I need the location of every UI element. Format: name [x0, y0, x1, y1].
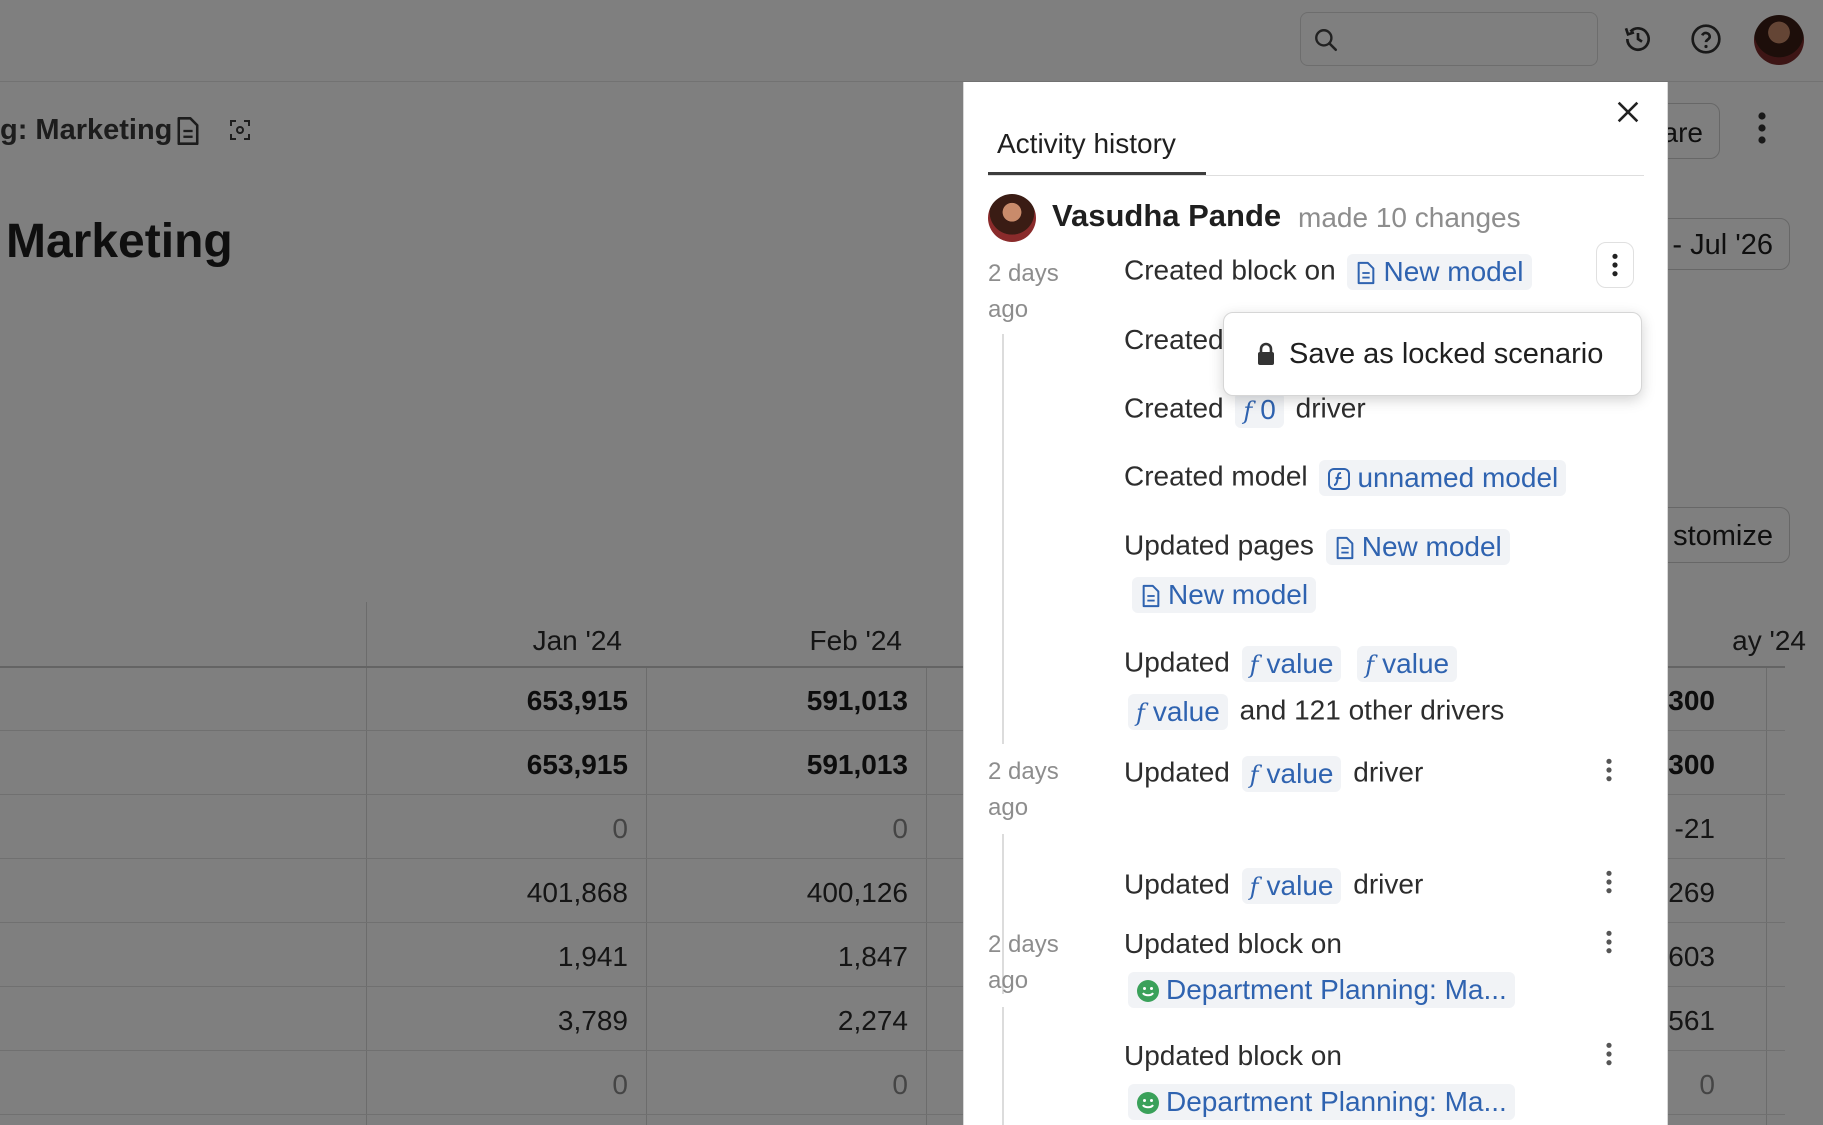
page-link-label: New model [1361, 531, 1502, 562]
activity-entry: Updated block on [1124, 928, 1342, 960]
activity-entry-continued: Department Planning: Ma... [1124, 972, 1519, 1008]
more-vertical-icon[interactable] [1604, 757, 1614, 788]
driver-link[interactable]: f0 [1235, 392, 1284, 428]
activity-entry-continued: New model [1128, 577, 1320, 613]
function-icon: f [1365, 651, 1375, 679]
entry-text: Updated [1124, 756, 1230, 788]
timeline-line [1002, 1007, 1004, 1125]
entry-text: Updated block on [1124, 928, 1342, 959]
driver-link-label: value [1152, 696, 1220, 727]
entry-text: Updated pages [1124, 529, 1314, 561]
page-icon [1142, 584, 1160, 608]
entry-suffix: and 121 other drivers [1239, 694, 1505, 726]
more-vertical-icon[interactable] [1604, 1041, 1614, 1072]
entry-text: Updated [1124, 646, 1230, 678]
entry-text: Created [1124, 392, 1224, 424]
driver-link[interactable]: f value [1241, 756, 1342, 792]
driver-link-label: 0 [1260, 394, 1276, 425]
activity-entry: Updated pages New model [1124, 529, 1514, 565]
entry-text: Updated [1124, 868, 1230, 900]
page-icon [1358, 261, 1375, 285]
activity-entry: Updated f value driver [1124, 868, 1423, 904]
driver-link-label: value [1266, 648, 1334, 679]
page-icon [1336, 536, 1354, 560]
more-vertical-icon[interactable] [1596, 242, 1634, 288]
timestamp: 2 days ago [988, 260, 1059, 323]
activity-entry-continued: Department Planning: Ma... [1124, 1084, 1519, 1120]
activity-entry: Created [1124, 324, 1224, 356]
page-link[interactable]: New model [1132, 577, 1317, 613]
smiley-icon [1137, 1092, 1159, 1114]
entry-text: Created model [1124, 460, 1308, 492]
activity-entry: Created block on New model [1124, 254, 1536, 290]
activity-entry: Updated f value driver [1124, 756, 1423, 792]
save-locked-scenario-button[interactable]: Save as locked scenario [1241, 326, 1636, 382]
function-icon: f [1249, 873, 1259, 901]
user-action-summary: made 10 changes [1298, 202, 1521, 233]
close-icon[interactable] [1614, 98, 1642, 131]
activity-entry: Created f0 driver [1124, 392, 1366, 428]
driver-link[interactable]: f value [1241, 868, 1342, 904]
avatar [988, 194, 1036, 242]
page-link-label: Department Planning: Ma... [1166, 1086, 1507, 1117]
activity-panel: Activity history Vasudha Pande made 10 c… [963, 82, 1668, 1125]
timeline-line [1002, 334, 1004, 744]
model-link-label: unnamed model [1357, 462, 1559, 493]
tab-activity-history[interactable]: Activity history [984, 120, 1189, 168]
driver-link-label: value [1382, 648, 1450, 679]
entry-suffix: driver [1295, 392, 1366, 424]
entry-text: Updated block on [1124, 1040, 1342, 1071]
entry-suffix: driver [1353, 868, 1424, 900]
more-vertical-icon[interactable] [1604, 929, 1614, 960]
driver-link[interactable]: f value [1128, 694, 1228, 730]
function-icon: f [1243, 397, 1253, 425]
driver-link[interactable]: f value [1241, 646, 1342, 682]
entry-text: Created block on [1124, 254, 1336, 286]
driver-link-label: value [1266, 870, 1334, 901]
model-link[interactable]: unnamed model [1319, 460, 1567, 496]
entry-text: Created [1124, 324, 1224, 355]
user-name: Vasudha Pande [1052, 198, 1282, 233]
more-vertical-icon[interactable] [1604, 869, 1614, 900]
entry-actions-menu: Save as locked scenario [1223, 312, 1642, 396]
page-link[interactable]: New model [1347, 254, 1532, 290]
lock-icon [1258, 342, 1274, 365]
page-link-label: New model [1383, 256, 1524, 287]
function-icon: f [1249, 651, 1259, 679]
timestamp: 2 days ago [988, 931, 1059, 994]
tab-divider [988, 175, 1644, 176]
driver-link[interactable]: f value [1357, 646, 1458, 682]
driver-link-label: value [1266, 758, 1334, 789]
smiley-icon [1137, 980, 1159, 1002]
page-link[interactable]: Department Planning: Ma... [1128, 1084, 1515, 1120]
page-link-label: Department Planning: Ma... [1166, 974, 1507, 1005]
activity-entry: Updated block on [1124, 1040, 1342, 1072]
menu-item-label: Save as locked scenario [1289, 337, 1604, 370]
entry-suffix: driver [1353, 756, 1424, 788]
activity-entry: Updated f value f value [1124, 646, 1461, 682]
function-icon: f [1136, 699, 1145, 727]
page-link[interactable]: New model [1325, 529, 1510, 565]
function-icon: f [1249, 761, 1259, 789]
page-link[interactable]: Department Planning: Ma... [1128, 972, 1515, 1008]
model-icon [1328, 468, 1351, 490]
activity-entry-continued: f value and 121 other drivers [1124, 694, 1504, 730]
page-link-label: New model [1168, 579, 1309, 610]
activity-entry: Created model unnamed model [1124, 460, 1570, 496]
timestamp: 2 days ago [988, 758, 1059, 821]
